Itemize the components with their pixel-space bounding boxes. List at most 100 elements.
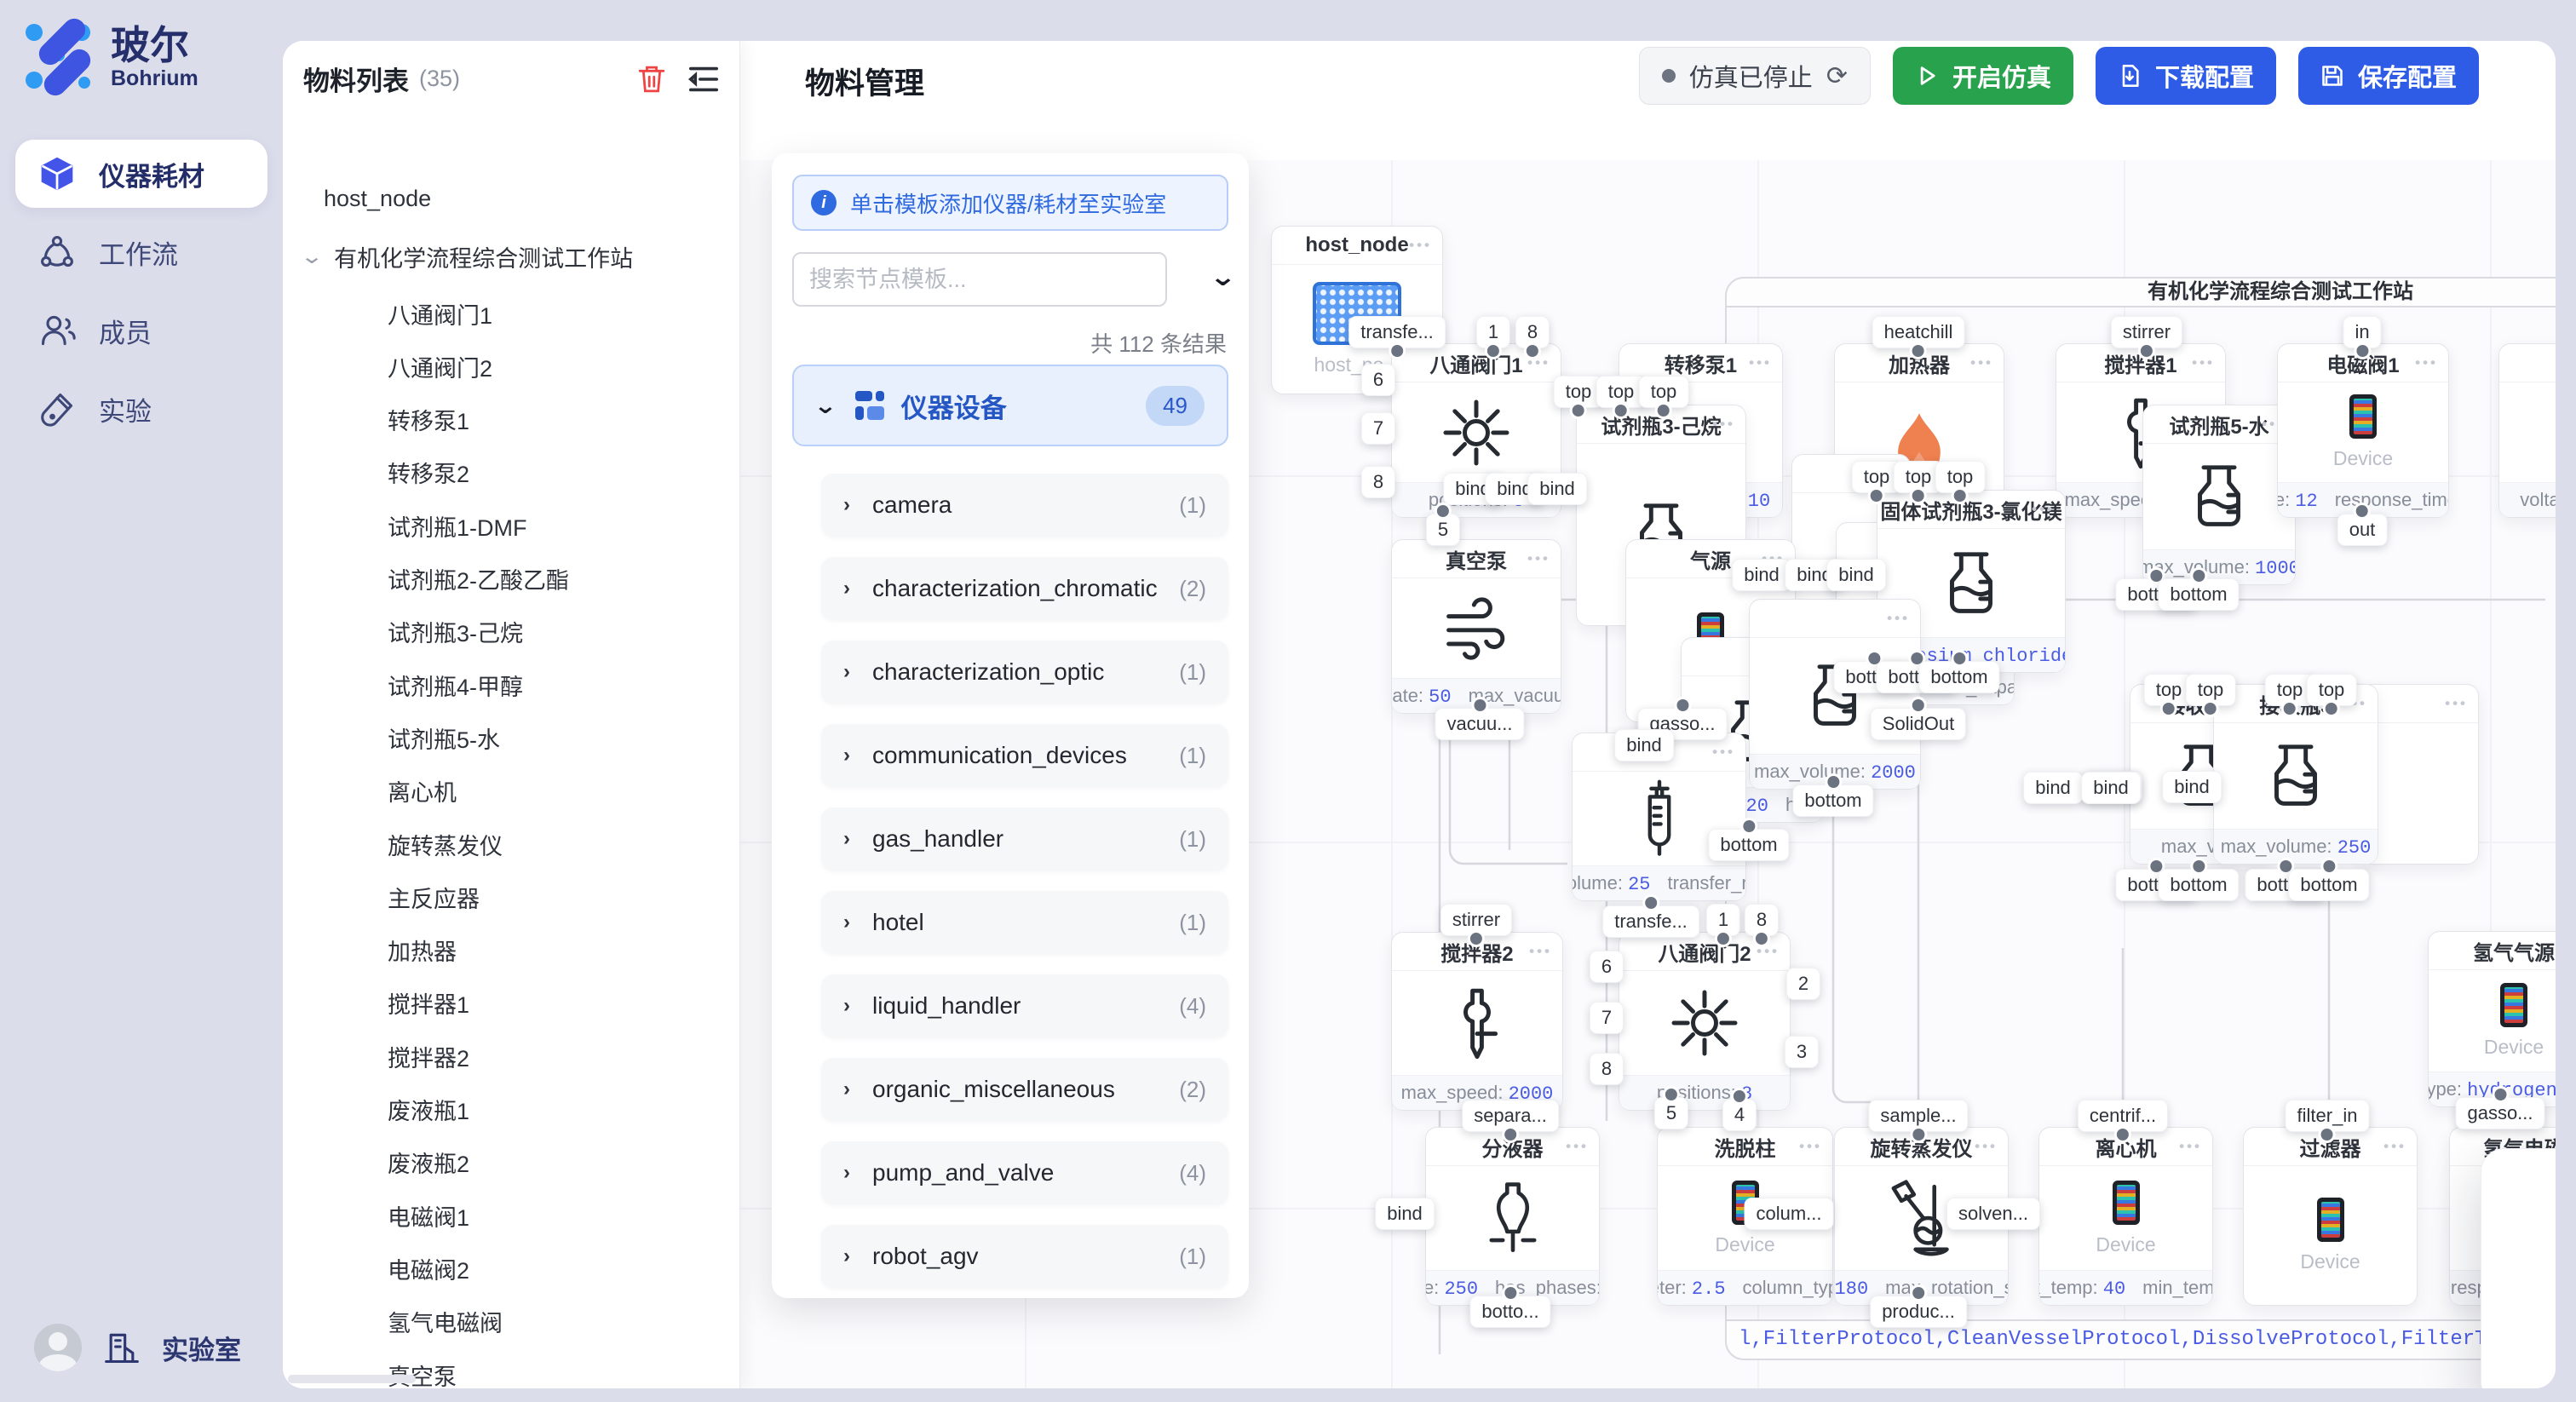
- port-chip-1[interactable]: 1: [1476, 316, 1510, 348]
- canvas-node-八通阀门2[interactable]: 八通阀门2•••positions: 8: [1619, 932, 1791, 1111]
- port-dot-icon[interactable]: [1868, 487, 1885, 504]
- port-chip-8[interactable]: 8: [1361, 466, 1395, 498]
- port-dot-icon[interactable]: [2354, 503, 2371, 520]
- tree-item[interactable]: 试剂瓶2-乙酸乙酯: [283, 558, 739, 600]
- tree-item-root[interactable]: host_node: [283, 177, 739, 220]
- sidebar-item-实验[interactable]: 实验: [15, 375, 267, 443]
- port-chip-stirrer[interactable]: stirrer: [1440, 904, 1512, 936]
- port-dot-icon[interactable]: [1524, 342, 1541, 359]
- port-chip-solven[interactable]: solven...: [1946, 1198, 2040, 1230]
- port-chip-top[interactable]: top: [2307, 674, 2357, 706]
- port-chip-gasso[interactable]: gasso...: [2455, 1097, 2544, 1129]
- tree-item[interactable]: 主反应器: [283, 876, 739, 918]
- simulation-status-pill[interactable]: 仿真已停止 ⟳: [1639, 47, 1871, 105]
- port-chip-bottom[interactable]: bottom: [2158, 869, 2239, 901]
- tree-item[interactable]: 搅拌器2: [283, 1035, 739, 1077]
- canvas-node-card[interactable]: •••voltage: 12: [2498, 343, 2556, 518]
- start-simulation-button[interactable]: 开启仿真: [1893, 47, 2073, 105]
- port-dot-icon[interactable]: [2319, 1126, 2336, 1143]
- port-chip-6[interactable]: 6: [1361, 364, 1395, 396]
- tree-item[interactable]: 试剂瓶5-水: [283, 716, 739, 759]
- port-chip-bind[interactable]: bind: [1826, 559, 1886, 591]
- port-chip-7[interactable]: 7: [1361, 412, 1395, 445]
- tree-item[interactable]: 旋转蒸发仪: [283, 823, 739, 865]
- port-chip-3[interactable]: 3: [1785, 1036, 1819, 1068]
- canvas-node-试剂瓶5-水[interactable]: 试剂瓶5-水•••max_volume: 1000: [2142, 405, 2296, 585]
- port-dot-icon[interactable]: [1753, 930, 1770, 947]
- template-item-organic_miscellaneous[interactable]: ›organic_miscellaneous(2): [821, 1058, 1228, 1121]
- template-item-robot_agv[interactable]: ›robot_agv(1): [821, 1225, 1228, 1288]
- avatar[interactable]: [34, 1324, 82, 1371]
- port-dot-icon[interactable]: [1825, 773, 1842, 790]
- sidebar-item-工作流[interactable]: 工作流: [15, 218, 267, 286]
- tree-item[interactable]: 离心机: [283, 770, 739, 813]
- port-chip-bottom[interactable]: bottom: [2158, 578, 2239, 611]
- port-dot-icon[interactable]: [1570, 402, 1587, 419]
- canvas-node-分液器[interactable]: 分液器•••volume: 250has_phases: true: [1425, 1127, 1600, 1306]
- port-dot-icon[interactable]: [1663, 1086, 1680, 1103]
- chevron-down-icon[interactable]: ⌄: [300, 244, 324, 269]
- template-item-gas_handler[interactable]: ›gas_handler(1): [821, 807, 1228, 871]
- port-chip-7[interactable]: 7: [1590, 1002, 1624, 1034]
- port-chip-bottom[interactable]: bottom: [1708, 829, 1789, 861]
- node-menu-icon[interactable]: •••: [1887, 600, 1910, 637]
- port-chip-SolidOut[interactable]: SolidOut: [1871, 708, 1966, 740]
- tree-item[interactable]: 转移泵2: [283, 451, 739, 494]
- port-chip-vacuu[interactable]: vacuu...: [1435, 708, 1524, 740]
- port-dot-icon[interactable]: [2190, 858, 2207, 875]
- port-dot-icon[interactable]: [2492, 1086, 2509, 1103]
- port-dot-icon[interactable]: [1910, 1284, 1927, 1301]
- port-chip-stirrer[interactable]: stirrer: [2111, 316, 2182, 348]
- port-dot-icon[interactable]: [1910, 487, 1927, 504]
- port-chip-transfe[interactable]: transfe...: [1602, 905, 1699, 938]
- port-dot-icon[interactable]: [1952, 487, 1969, 504]
- port-chip-bind[interactable]: bind: [2162, 771, 2222, 803]
- port-chip-in[interactable]: in: [2343, 316, 2381, 348]
- tree-item[interactable]: 氢气电磁阀: [283, 1301, 739, 1343]
- tree-item[interactable]: 电磁阀2: [283, 1247, 739, 1290]
- preview-modal[interactable]: [2481, 1148, 2556, 1388]
- tree-item[interactable]: 转移泵1: [283, 399, 739, 441]
- template-item-liquid_handler[interactable]: ›liquid_handler(4): [821, 974, 1228, 1037]
- canvas-node-card[interactable]: •••max_volume: 2000: [1749, 599, 1921, 790]
- port-chip-centrif[interactable]: centrif...: [2078, 1100, 2168, 1132]
- trash-icon[interactable]: [637, 64, 666, 95]
- node-menu-icon[interactable]: •••: [1799, 1128, 1822, 1165]
- tree-item[interactable]: 废液瓶1: [283, 1089, 739, 1131]
- category-instruments[interactable]: ⌄ 仪器设备 49: [792, 365, 1228, 446]
- node-menu-icon[interactable]: •••: [2032, 491, 2055, 528]
- port-chip-top[interactable]: top: [1935, 461, 1986, 493]
- port-chip-top[interactable]: top: [1639, 376, 1689, 408]
- port-chip-bind[interactable]: bind: [1732, 559, 1791, 591]
- template-item-camera[interactable]: ›camera(1): [821, 474, 1228, 537]
- port-chip-bind[interactable]: bind: [1375, 1198, 1435, 1230]
- node-menu-icon[interactable]: •••: [1529, 933, 1552, 970]
- port-dot-icon[interactable]: [2190, 567, 2207, 584]
- node-menu-icon[interactable]: •••: [2415, 344, 2438, 382]
- port-dot-icon[interactable]: [1468, 930, 1485, 947]
- port-dot-icon[interactable]: [1613, 402, 1630, 419]
- node-menu-icon[interactable]: •••: [2179, 1128, 2202, 1165]
- canvas-node-过滤器[interactable]: 过滤器•••Device: [2243, 1127, 2418, 1306]
- port-chip-2[interactable]: 2: [1786, 968, 1820, 1000]
- port-dot-icon[interactable]: [1485, 342, 1502, 359]
- port-chip-heatchill[interactable]: heatchill: [1872, 316, 1965, 348]
- save-config-button[interactable]: 保存配置: [2298, 47, 2479, 105]
- collapse-list-icon[interactable]: [688, 66, 719, 93]
- canvas-node-电磁阀1[interactable]: 电磁阀1•••Devicevoltage: 12response_time: 0…: [2277, 343, 2449, 518]
- node-menu-icon[interactable]: •••: [1409, 227, 1432, 264]
- port-chip-4[interactable]: 4: [1722, 1099, 1757, 1131]
- tree-item[interactable]: 电磁阀1: [283, 1194, 739, 1237]
- port-dot-icon[interactable]: [2114, 1126, 2131, 1143]
- canvas-node-真空泵[interactable]: 真空泵•••pump_rate: 50max_vacuum: 0.1: [1391, 539, 1561, 714]
- port-chip-botto[interactable]: botto...: [1469, 1296, 1550, 1328]
- port-dot-icon[interactable]: [1715, 930, 1732, 947]
- node-menu-icon[interactable]: •••: [2383, 1128, 2406, 1165]
- port-dot-icon[interactable]: [1389, 342, 1406, 359]
- port-chip-bind[interactable]: bind: [1614, 729, 1674, 761]
- tree-item[interactable]: 试剂瓶4-甲醇: [283, 664, 739, 706]
- app-logo[interactable]: 玻尔 Bohrium: [24, 22, 198, 94]
- tree-item[interactable]: 试剂瓶3-己烷: [283, 611, 739, 653]
- node-menu-icon[interactable]: •••: [2445, 685, 2468, 722]
- port-chip-5[interactable]: 5: [1654, 1097, 1688, 1129]
